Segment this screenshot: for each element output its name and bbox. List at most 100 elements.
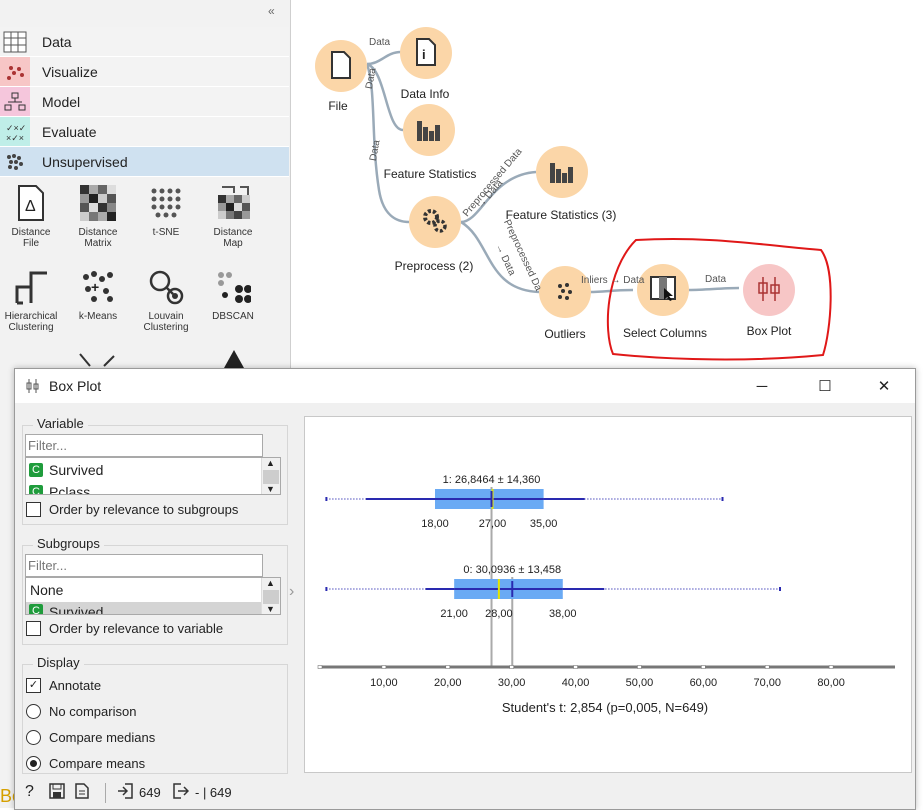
edge-label: Data bbox=[369, 37, 391, 48]
box-plot-window-icon bbox=[25, 378, 41, 397]
checkbox-box[interactable]: ✓ bbox=[26, 678, 41, 693]
node-preprocess-2[interactable] bbox=[409, 196, 461, 248]
checkbox-label: Order by relevance to subgroups bbox=[49, 502, 239, 517]
widget-label: Matrix bbox=[84, 238, 112, 249]
widget-louvain-clustering[interactable]: Louvain Clustering bbox=[135, 267, 197, 333]
node-label-data-info: Data Info bbox=[400, 87, 450, 101]
subgroups-filter-input[interactable]: Filter... bbox=[25, 554, 263, 577]
node-label-preprocess-2: Preprocess (2) bbox=[394, 259, 474, 273]
radio-circle[interactable] bbox=[26, 704, 41, 719]
list-item[interactable]: C Survived bbox=[29, 462, 103, 478]
display-group-title: Display bbox=[33, 655, 84, 670]
radio-circle[interactable] bbox=[26, 756, 41, 771]
widget-dbscan[interactable]: DBSCAN bbox=[202, 267, 264, 322]
node-label-file: File bbox=[328, 99, 348, 113]
scroll-up-icon[interactable]: ▲ bbox=[266, 458, 275, 468]
scroll-thumb[interactable] bbox=[263, 470, 279, 484]
list-item[interactable]: C Pclass bbox=[29, 484, 90, 494]
axis-tick bbox=[445, 665, 451, 669]
node-file[interactable] bbox=[315, 40, 367, 92]
node-feature-statistics-3[interactable] bbox=[536, 146, 588, 198]
collapse-toolbox-button[interactable]: « bbox=[268, 4, 275, 18]
list-item-selected[interactable]: C Survived bbox=[26, 602, 262, 614]
node-outliers[interactable] bbox=[539, 266, 591, 318]
collapse-controls-arrow-icon[interactable]: › bbox=[289, 583, 294, 601]
node-feature-statistics[interactable] bbox=[403, 104, 455, 156]
list-item[interactable]: None bbox=[30, 582, 63, 598]
category-visualize[interactable]: Visualize bbox=[0, 57, 289, 87]
widget-distance-matrix[interactable]: Distance Matrix bbox=[67, 183, 129, 249]
category-model[interactable]: Model bbox=[0, 87, 289, 117]
kmeans-icon: + bbox=[78, 267, 118, 307]
radio-label: No comparison bbox=[49, 704, 137, 719]
info-icon: i bbox=[415, 37, 437, 69]
checkbox-box[interactable] bbox=[26, 502, 41, 517]
window-titlebar[interactable]: Box Plot ─ ☐ ✕ bbox=[15, 369, 915, 403]
order-by-relevance-variable-checkbox[interactable]: Order by relevance to variable bbox=[26, 621, 223, 636]
axis-tick-label: 10,00 bbox=[370, 677, 398, 689]
axis-tick bbox=[509, 665, 514, 669]
louvain-icon bbox=[146, 267, 186, 307]
output-icon bbox=[173, 783, 190, 802]
svg-text:i: i bbox=[422, 47, 426, 62]
category-label: Data bbox=[42, 33, 72, 50]
node-data-info[interactable]: i bbox=[400, 27, 452, 79]
scroll-up-icon[interactable]: ▲ bbox=[266, 578, 275, 588]
node-box-plot[interactable] bbox=[743, 264, 795, 316]
category-data[interactable]: Data bbox=[0, 27, 289, 57]
widget-hierarchical-clustering[interactable]: Hierarchical Clustering bbox=[0, 267, 62, 333]
scroll-down-icon[interactable]: ▼ bbox=[266, 604, 275, 614]
display-group: Display ✓ Annotate No comparison Compare… bbox=[22, 655, 288, 774]
close-button[interactable]: ✕ bbox=[861, 373, 907, 399]
axis-tick bbox=[637, 665, 642, 669]
node-select-columns[interactable] bbox=[637, 264, 689, 316]
order-by-relevance-subgroups-checkbox[interactable]: Order by relevance to subgroups bbox=[26, 502, 238, 517]
subgroups-list[interactable]: None C Survived ▲ ▼ bbox=[25, 577, 281, 615]
variable-filter-input[interactable]: Filter... bbox=[25, 434, 263, 457]
group-annotation: 0: 30,0936 ± 13,458 bbox=[463, 564, 561, 576]
variable-list-scrollbar[interactable]: ▲ ▼ bbox=[261, 458, 280, 494]
compare-means-radio[interactable]: Compare means bbox=[26, 756, 145, 771]
gears-icon bbox=[422, 208, 448, 237]
widget-tsne[interactable]: t-SNE bbox=[135, 183, 197, 238]
minimize-button[interactable]: ─ bbox=[739, 373, 785, 399]
annotate-checkbox[interactable]: ✓ Annotate bbox=[26, 678, 101, 693]
widget-distance-map[interactable]: Distance Map bbox=[202, 183, 264, 249]
variable-list[interactable]: C Survived C Pclass ▲ ▼ bbox=[25, 457, 281, 495]
median-label: 27,00 bbox=[479, 518, 507, 530]
axis-tick-label: 50,00 bbox=[626, 677, 654, 689]
input-icon bbox=[117, 783, 133, 802]
report-icon[interactable] bbox=[75, 783, 89, 802]
q3-label: 35,00 bbox=[530, 518, 558, 530]
category-unsupervised[interactable]: Unsupervised bbox=[0, 147, 289, 177]
scroll-down-icon[interactable]: ▼ bbox=[266, 484, 275, 494]
no-comparison-radio[interactable]: No comparison bbox=[26, 704, 136, 719]
q1-label: 18,00 bbox=[421, 518, 449, 530]
distance-file-icon: Δ bbox=[11, 183, 51, 223]
scroll-thumb[interactable] bbox=[263, 590, 279, 604]
widget-distance-file[interactable]: Δ Distance File bbox=[0, 183, 62, 249]
evaluate-category-icon: ✓×✓ ×✓× bbox=[0, 117, 30, 146]
compare-medians-radio[interactable]: Compare medians bbox=[26, 730, 155, 745]
data-category-icon bbox=[0, 27, 30, 56]
radio-label: Compare means bbox=[49, 756, 146, 771]
category-label: Unsupervised bbox=[42, 153, 128, 170]
category-label: Visualize bbox=[42, 63, 98, 80]
maximize-button[interactable]: ☐ bbox=[802, 373, 848, 399]
q1-label: 21,00 bbox=[440, 608, 468, 620]
help-icon[interactable]: ? bbox=[25, 783, 34, 801]
box-plot-area[interactable]: 1: 26,8464 ± 14,360 18,00 27,00 35,00 0: 30,… bbox=[304, 416, 912, 773]
hierarchical-clustering-icon bbox=[11, 267, 51, 307]
widget-kmeans[interactable]: + k-Means bbox=[67, 267, 129, 322]
box-plot-chart: 1: 26,8464 ± 14,360 18,00 27,00 35,00 0: 30,… bbox=[317, 474, 895, 715]
workflow-canvas[interactable]: File i Data Info Feature Statistics Feat… bbox=[291, 0, 923, 370]
widget-label: Map bbox=[223, 238, 243, 249]
category-evaluate[interactable]: ✓×✓ ×✓× Evaluate bbox=[0, 117, 289, 147]
radio-circle[interactable] bbox=[26, 730, 41, 745]
save-icon[interactable] bbox=[49, 783, 65, 802]
checkbox-box[interactable] bbox=[26, 621, 41, 636]
node-label-outliers: Outliers bbox=[544, 327, 586, 341]
box-plot-window: Box Plot ─ ☐ ✕ Variable Filter... C Surv… bbox=[14, 368, 916, 810]
dbscan-icon bbox=[213, 267, 253, 307]
subgroups-list-scrollbar[interactable]: ▲ ▼ bbox=[261, 578, 280, 614]
